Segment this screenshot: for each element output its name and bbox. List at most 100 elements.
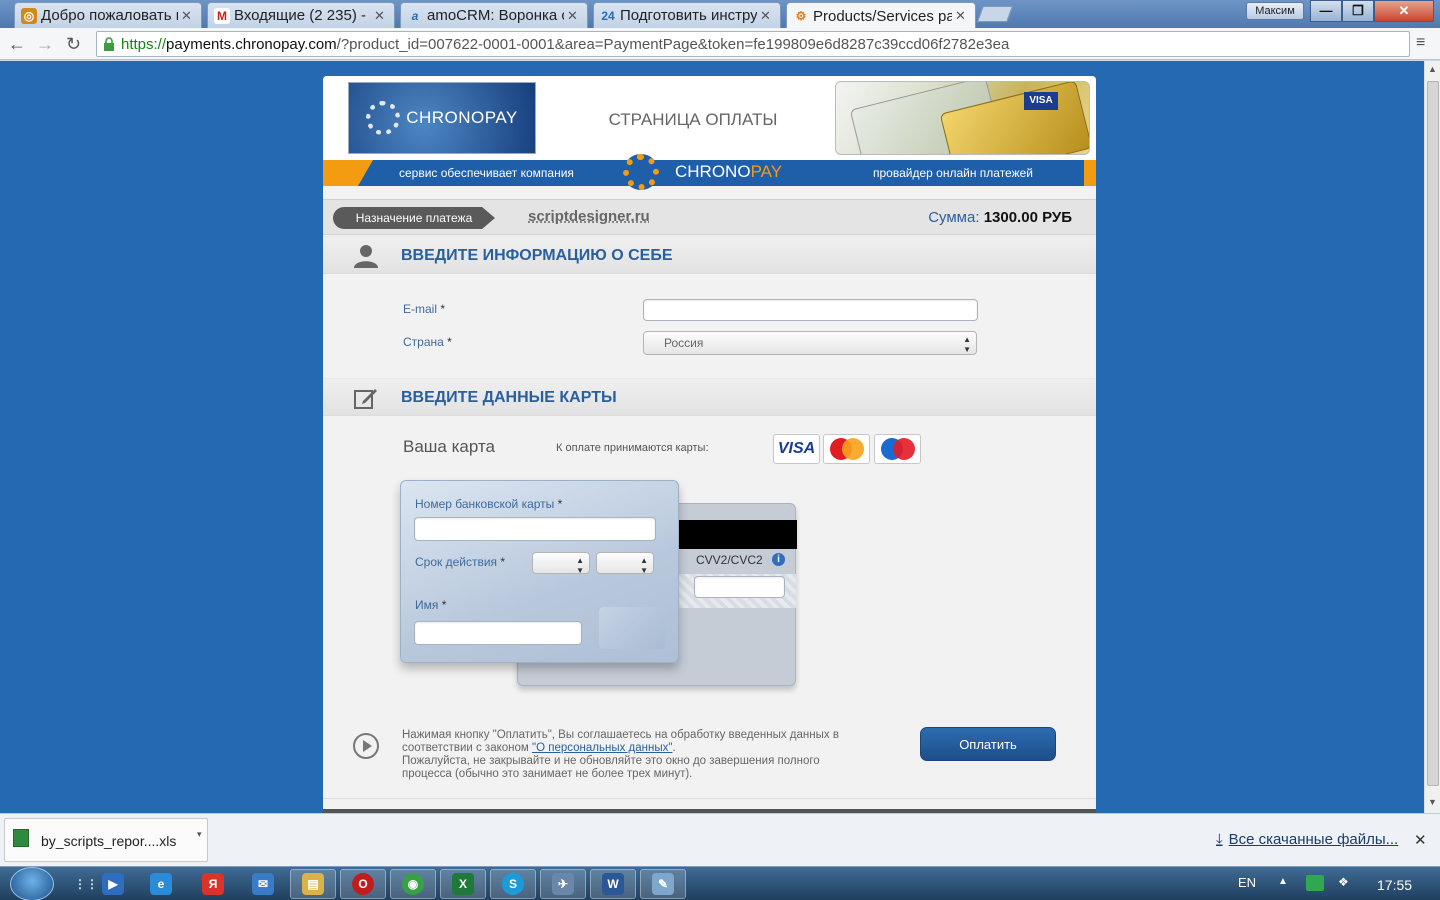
network-tool-icon: ✈ xyxy=(552,873,574,895)
email-field[interactable] xyxy=(643,299,978,321)
tab-title: amoCRM: Воронка с xyxy=(427,7,564,24)
tab-title: Входящие (2 235) - xyxy=(234,7,366,24)
scroll-down-icon[interactable]: ▼ xyxy=(1428,797,1437,807)
payment-panel: CHRONOPAY СТРАНИЦА ОПЛАТЫ VISA сервис об… xyxy=(323,76,1096,813)
mail-icon: ✉ xyxy=(252,873,274,895)
provider-strip: сервис обеспечивает компания CHRONO PAY п… xyxy=(323,154,1096,190)
expiry-month-select[interactable]: ▲ ▼ xyxy=(532,552,590,575)
start-button[interactable] xyxy=(10,867,54,900)
language-indicator[interactable]: EN xyxy=(1238,875,1256,890)
accepted-cards-text: К оплате принимаются карты: xyxy=(556,442,709,454)
taskbar-internet-explorer[interactable]: e xyxy=(138,869,184,899)
gear-logo-icon xyxy=(366,101,401,135)
page-scrollbar[interactable]: ▲ ▼ xyxy=(1424,61,1440,813)
excel-icon: X xyxy=(452,873,474,895)
taskbar-mail[interactable]: ✉ xyxy=(240,869,286,899)
taskbar-network-tool[interactable]: ✈ xyxy=(540,869,586,899)
browser-menu-icon[interactable]: ≡ xyxy=(1416,34,1425,52)
excel-file-icon xyxy=(13,829,29,847)
url-text: https://payments.chronopay.com/?product_… xyxy=(121,36,1010,53)
taskbar-notes[interactable]: ✎ xyxy=(640,869,686,899)
dropbox-icon[interactable]: ❖ xyxy=(1338,875,1354,891)
taskbar-file-explorer[interactable]: ▤ xyxy=(290,869,336,899)
maximize-button[interactable]: ❐ xyxy=(1342,0,1374,22)
payment-purpose-bar: Назначение платежа scriptdesigner.ru Сум… xyxy=(323,199,1096,235)
minimize-button[interactable]: — xyxy=(1310,0,1342,22)
show-hidden-icons[interactable]: ▲ xyxy=(1278,876,1288,887)
visa-logo: VISA xyxy=(1024,92,1058,110)
notes-icon: ✎ xyxy=(652,873,674,895)
country-label: Страна * xyxy=(403,335,452,349)
country-select[interactable]: Россия ▲ ▼ xyxy=(643,331,977,355)
edit-icon xyxy=(354,389,377,409)
taskbar-yandex-browser[interactable]: Я xyxy=(190,869,236,899)
card-number-input[interactable] xyxy=(414,517,656,541)
play-icon xyxy=(353,733,379,759)
skype-icon: S xyxy=(502,873,524,895)
forward-icon[interactable]: → xyxy=(36,34,54,55)
chrome-icon: ◉ xyxy=(402,873,424,895)
back-icon[interactable]: ← xyxy=(8,34,26,55)
tab-1[interactable]: ◎ Добро пожаловать в ✕ xyxy=(14,2,202,28)
scroll-up-icon[interactable]: ▲ xyxy=(1428,64,1437,74)
tab-strip: ◎ Добро пожаловать в ✕ M Входящие (2 235… xyxy=(0,0,1440,29)
pay-button[interactable]: Оплатить xyxy=(920,727,1056,761)
close-window-button[interactable]: ✕ xyxy=(1374,0,1434,22)
personal-data-law-link[interactable]: "О персональных данных" xyxy=(532,742,672,754)
tab-2[interactable]: M Входящие (2 235) - ✕ xyxy=(207,2,395,28)
taskbar-word[interactable]: W xyxy=(590,869,636,899)
mastercard-logo xyxy=(823,434,870,464)
profile-button[interactable]: Максим xyxy=(1246,2,1304,20)
tab-3[interactable]: a amoCRM: Воронка с ✕ xyxy=(400,2,588,28)
tray-app-icon[interactable] xyxy=(1306,875,1324,891)
taskbar-excel[interactable]: X xyxy=(440,869,486,899)
taskbar-media-player[interactable]: ▶ xyxy=(90,869,136,899)
download-item[interactable]: by_scripts_repor....xls ▾ xyxy=(4,818,208,862)
address-bar[interactable]: https://payments.chronopay.com/?product_… xyxy=(96,31,1410,57)
taskbar-chrome[interactable]: ◉ xyxy=(390,869,436,899)
page-viewport: CHRONOPAY СТРАНИЦА ОПЛАТЫ VISA сервис об… xyxy=(0,61,1424,813)
cvv-input[interactable] xyxy=(694,576,785,598)
system-clock[interactable]: 17:55 xyxy=(1377,877,1412,893)
taskbar-skype[interactable]: S xyxy=(490,869,536,899)
credit-cards-image: VISA xyxy=(835,81,1090,155)
purpose-label: Назначение платежа xyxy=(333,207,495,229)
service-text: сервис обеспечивает компания xyxy=(399,166,574,180)
card-front: Номер банковской карты * Срок действия *… xyxy=(400,480,679,663)
section-title: ВВЕДИТЕ ИНФОРМАЦИЮ О СЕБЕ xyxy=(401,247,673,264)
taskbar-opera[interactable]: O xyxy=(340,869,386,899)
amocrm-icon: a xyxy=(411,8,419,23)
close-tab-icon[interactable]: ✕ xyxy=(374,8,388,24)
expiry-year-select[interactable]: ▲ ▼ xyxy=(596,552,654,575)
card-chip-graphic xyxy=(599,607,665,649)
word-icon: W xyxy=(602,873,624,895)
section-personal-info: ВВЕДИТЕ ИНФОРМАЦИЮ О СЕБЕ xyxy=(323,236,1096,274)
chevron-down-icon[interactable]: ▾ xyxy=(197,829,202,840)
user-icon xyxy=(354,245,378,268)
download-shelf: by_scripts_repor....xls ▾ ⤓ Все скачанные… xyxy=(0,813,1440,866)
payment-header: CHRONOPAY СТРАНИЦА ОПЛАТЫ VISA xyxy=(323,76,1096,160)
visa-logo: VISA xyxy=(773,434,820,464)
reload-icon[interactable]: ↻ xyxy=(66,34,81,55)
yandex-browser-icon: Я xyxy=(202,873,224,895)
folder-icon: ▤ xyxy=(302,873,324,895)
close-tab-icon[interactable]: ✕ xyxy=(567,8,581,24)
card-number-label: Номер банковской карты * xyxy=(415,497,563,511)
info-icon[interactable]: i xyxy=(772,553,785,566)
cardholder-name-input[interactable] xyxy=(414,621,582,645)
close-tab-icon[interactable]: ✕ xyxy=(955,8,969,24)
merchant-site: scriptdesigner.ru xyxy=(528,208,650,225)
scroll-thumb[interactable] xyxy=(1427,81,1439,786)
close-tab-icon[interactable]: ✕ xyxy=(760,8,774,24)
page-title: СТРАНИЦА ОПЛАТЫ xyxy=(608,110,778,129)
lock-icon xyxy=(104,37,114,51)
tab-5-active[interactable]: ⚙ Products/Services pa ✕ xyxy=(786,2,976,29)
tab-4[interactable]: 24 Подготовить инстру ✕ xyxy=(593,2,781,28)
close-shelf-icon[interactable]: ✕ xyxy=(1414,831,1427,849)
close-tab-icon[interactable]: ✕ xyxy=(181,8,195,24)
opera-icon: O xyxy=(352,873,374,895)
new-tab-button[interactable] xyxy=(977,6,1013,22)
all-downloads-link[interactable]: ⤓ Все скачанные файлы... xyxy=(1216,831,1398,848)
payment-sum: Сумма: 1300.00 РУБ xyxy=(928,209,1072,226)
bitrix24-icon: 24 xyxy=(601,8,615,23)
